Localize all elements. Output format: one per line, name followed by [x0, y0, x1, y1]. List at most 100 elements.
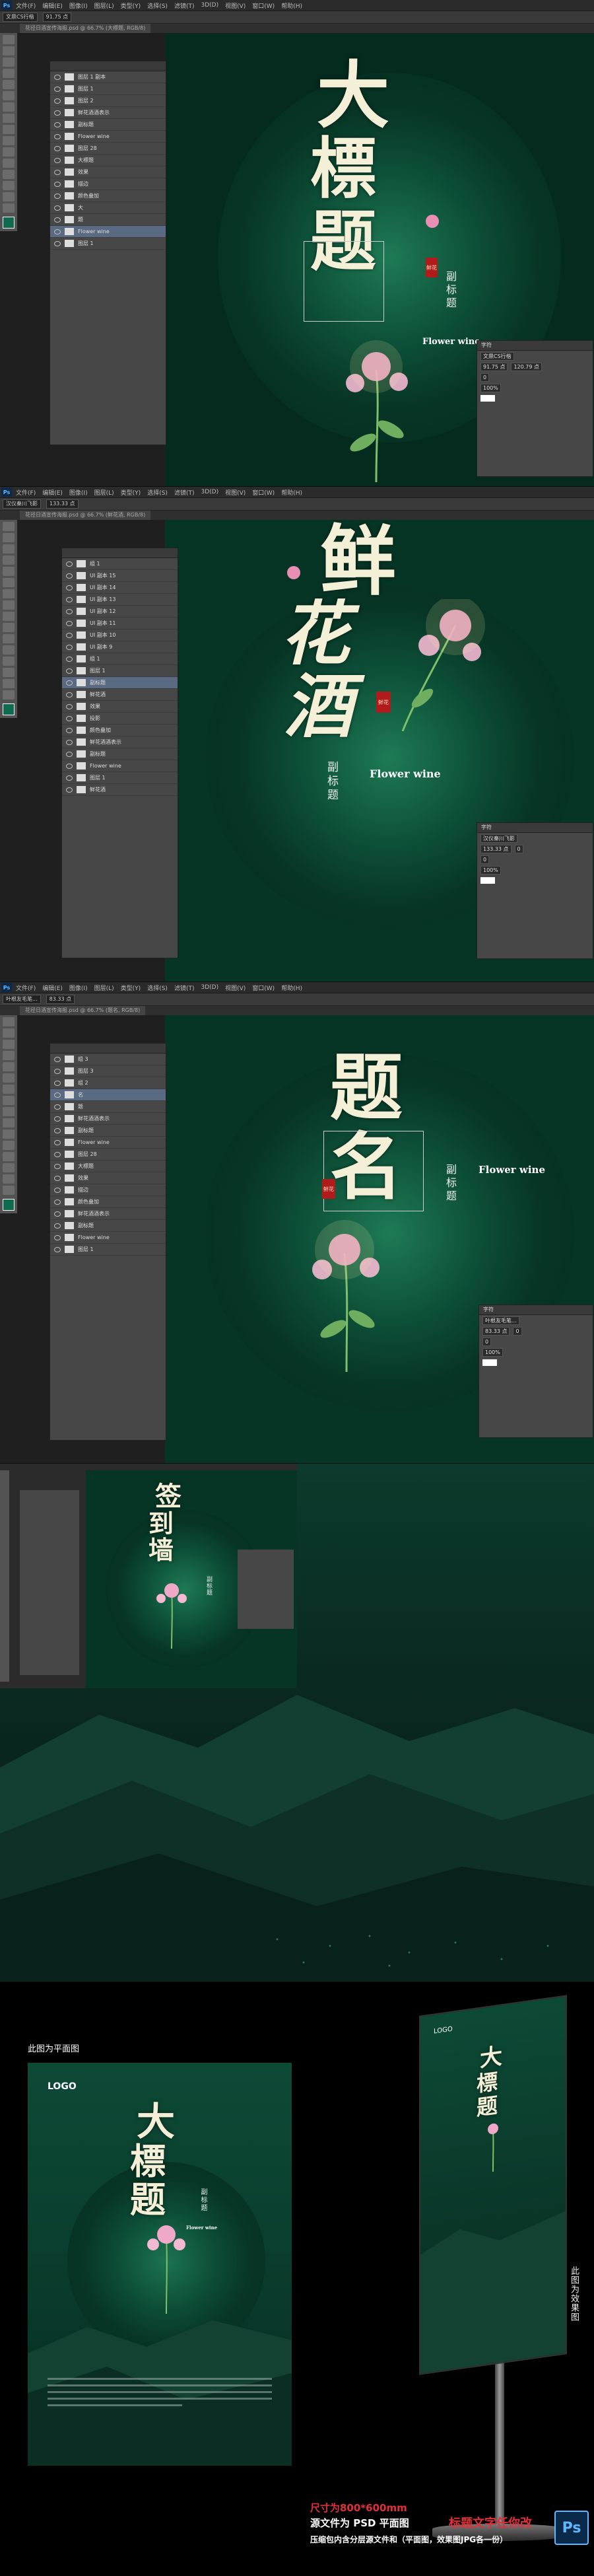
tool-icon[interactable]	[3, 578, 15, 587]
tool-icon[interactable]	[3, 69, 15, 78]
menu-item[interactable]: 窗口(W)	[252, 488, 275, 497]
foreground-color-swatch[interactable]	[3, 1199, 15, 1211]
tool-icon[interactable]	[3, 533, 15, 542]
layer-row[interactable]: 组 3	[50, 1054, 166, 1065]
visibility-eye-icon[interactable]	[54, 98, 61, 104]
menu-item[interactable]: 视图(V)	[225, 1, 246, 10]
title-char-1[interactable]: 大	[137, 2102, 175, 2141]
tool-icon[interactable]	[3, 57, 15, 67]
layer-row[interactable]: 題	[50, 214, 166, 226]
tool-icon[interactable]	[3, 1163, 15, 1172]
layer-row[interactable]: 鲜花酒	[62, 784, 178, 796]
layer-row[interactable]: 名	[50, 1089, 166, 1101]
menu-item[interactable]: 帮助(H)	[281, 1, 302, 10]
visibility-eye-icon[interactable]	[54, 169, 61, 175]
visibility-eye-icon[interactable]	[54, 1092, 61, 1098]
font-family-field[interactable]: 文鼎CS行楷	[3, 13, 38, 22]
visibility-eye-icon[interactable]	[66, 585, 73, 590]
layer-row[interactable]: UI 副本 15	[62, 570, 178, 582]
visibility-eye-icon[interactable]	[54, 133, 61, 139]
text-color-swatch[interactable]	[482, 1359, 497, 1366]
menu-item[interactable]: 3D(D)	[201, 2, 218, 9]
layer-row[interactable]: 鲜花酒酒表示	[62, 736, 178, 748]
tool-icon[interactable]	[3, 645, 15, 655]
char-scale-field[interactable]: 100%	[480, 383, 501, 392]
visibility-eye-icon[interactable]	[66, 632, 73, 638]
visibility-eye-icon[interactable]	[54, 1139, 61, 1145]
tool-icon[interactable]	[3, 46, 15, 55]
visibility-eye-icon[interactable]	[66, 715, 73, 721]
layer-row[interactable]: 图层 28	[50, 143, 166, 155]
tool-icon[interactable]	[3, 192, 15, 201]
layer-row[interactable]: UI 副本 14	[62, 582, 178, 594]
visibility-eye-icon[interactable]	[54, 1068, 61, 1074]
tool-icon[interactable]	[3, 1186, 15, 1195]
char-leading-field[interactable]: 0	[514, 844, 523, 853]
layer-row[interactable]: 图层 3	[50, 1065, 166, 1077]
menu-item[interactable]: 选择(S)	[147, 488, 168, 497]
visibility-eye-icon[interactable]	[66, 692, 73, 698]
tool-icon[interactable]	[3, 1017, 15, 1026]
tool-icon[interactable]	[3, 1174, 15, 1184]
visibility-eye-icon[interactable]	[54, 1127, 61, 1133]
tool-icon[interactable]	[3, 1129, 15, 1139]
visibility-eye-icon[interactable]	[66, 608, 73, 614]
menu-item[interactable]: 窗口(W)	[252, 984, 275, 992]
visibility-eye-icon[interactable]	[54, 217, 61, 223]
char-size-field[interactable]: 83.33 点	[482, 1326, 510, 1336]
visibility-eye-icon[interactable]	[66, 561, 73, 567]
visibility-eye-icon[interactable]	[66, 775, 73, 781]
menu-item[interactable]: 3D(D)	[201, 489, 218, 495]
visibility-eye-icon[interactable]	[66, 596, 73, 602]
tool-icon[interactable]	[3, 80, 15, 89]
layer-row[interactable]: 颜色叠加	[50, 190, 166, 202]
visibility-eye-icon[interactable]	[54, 1116, 61, 1122]
char-leading-field[interactable]: 0	[513, 1326, 522, 1336]
tool-icon[interactable]	[3, 567, 15, 576]
tool-icon[interactable]	[3, 690, 15, 699]
visibility-eye-icon[interactable]	[54, 157, 61, 163]
title-char-2[interactable]: 花	[280, 599, 350, 668]
visibility-eye-icon[interactable]	[54, 205, 61, 211]
tool-icon[interactable]	[3, 1152, 15, 1161]
menu-item[interactable]: 帮助(H)	[281, 984, 302, 992]
menu-item[interactable]: 3D(D)	[201, 984, 218, 991]
menu-item[interactable]: 图像(I)	[69, 984, 88, 992]
layer-row[interactable]: 副标题	[50, 119, 166, 131]
layer-row[interactable]: 图层 1	[62, 772, 178, 784]
title-char-3[interactable]: 墙	[148, 1538, 174, 1563]
visibility-eye-icon[interactable]	[54, 240, 61, 246]
layer-row[interactable]: 组 2	[50, 1077, 166, 1089]
char-font-field[interactable]: 叶根友毛笔...	[482, 1316, 519, 1325]
title-char-3[interactable]: 题	[130, 2182, 166, 2217]
tool-icon[interactable]	[3, 102, 15, 112]
visibility-eye-icon[interactable]	[66, 573, 73, 579]
layer-row[interactable]: Flower wine	[50, 226, 166, 238]
menu-item[interactable]: 视图(V)	[225, 488, 246, 497]
visibility-eye-icon[interactable]	[66, 727, 73, 733]
layer-row[interactable]: 图层 1	[50, 83, 166, 95]
menu-item[interactable]: 滤镜(T)	[174, 1, 195, 10]
visibility-eye-icon[interactable]	[66, 703, 73, 709]
title-char-3[interactable]: 酒	[284, 672, 353, 741]
visibility-eye-icon[interactable]	[54, 1175, 61, 1181]
menu-item[interactable]: 类型(Y)	[121, 1, 141, 10]
tool-icon[interactable]	[3, 612, 15, 621]
tool-icon[interactable]	[3, 1096, 15, 1105]
visibility-eye-icon[interactable]	[54, 1056, 61, 1062]
tool-icon[interactable]	[3, 1040, 15, 1049]
tool-icon[interactable]	[3, 159, 15, 168]
layer-row[interactable]: 组 1	[62, 653, 178, 665]
menu-item[interactable]: 图像(I)	[69, 488, 88, 497]
visibility-eye-icon[interactable]	[54, 1080, 61, 1086]
layer-row[interactable]: 鲜花酒酒表示	[50, 1113, 166, 1125]
visibility-eye-icon[interactable]	[54, 122, 61, 127]
visibility-eye-icon[interactable]	[66, 644, 73, 650]
visibility-eye-icon[interactable]	[54, 193, 61, 199]
title-char-2[interactable]: 標	[130, 2143, 166, 2179]
layer-row[interactable]: 大標题	[50, 1161, 166, 1172]
tool-icon[interactable]	[3, 170, 15, 179]
layer-row[interactable]: 鲜花酒酒表示	[50, 107, 166, 119]
visibility-eye-icon[interactable]	[66, 668, 73, 674]
visibility-eye-icon[interactable]	[54, 1234, 61, 1240]
